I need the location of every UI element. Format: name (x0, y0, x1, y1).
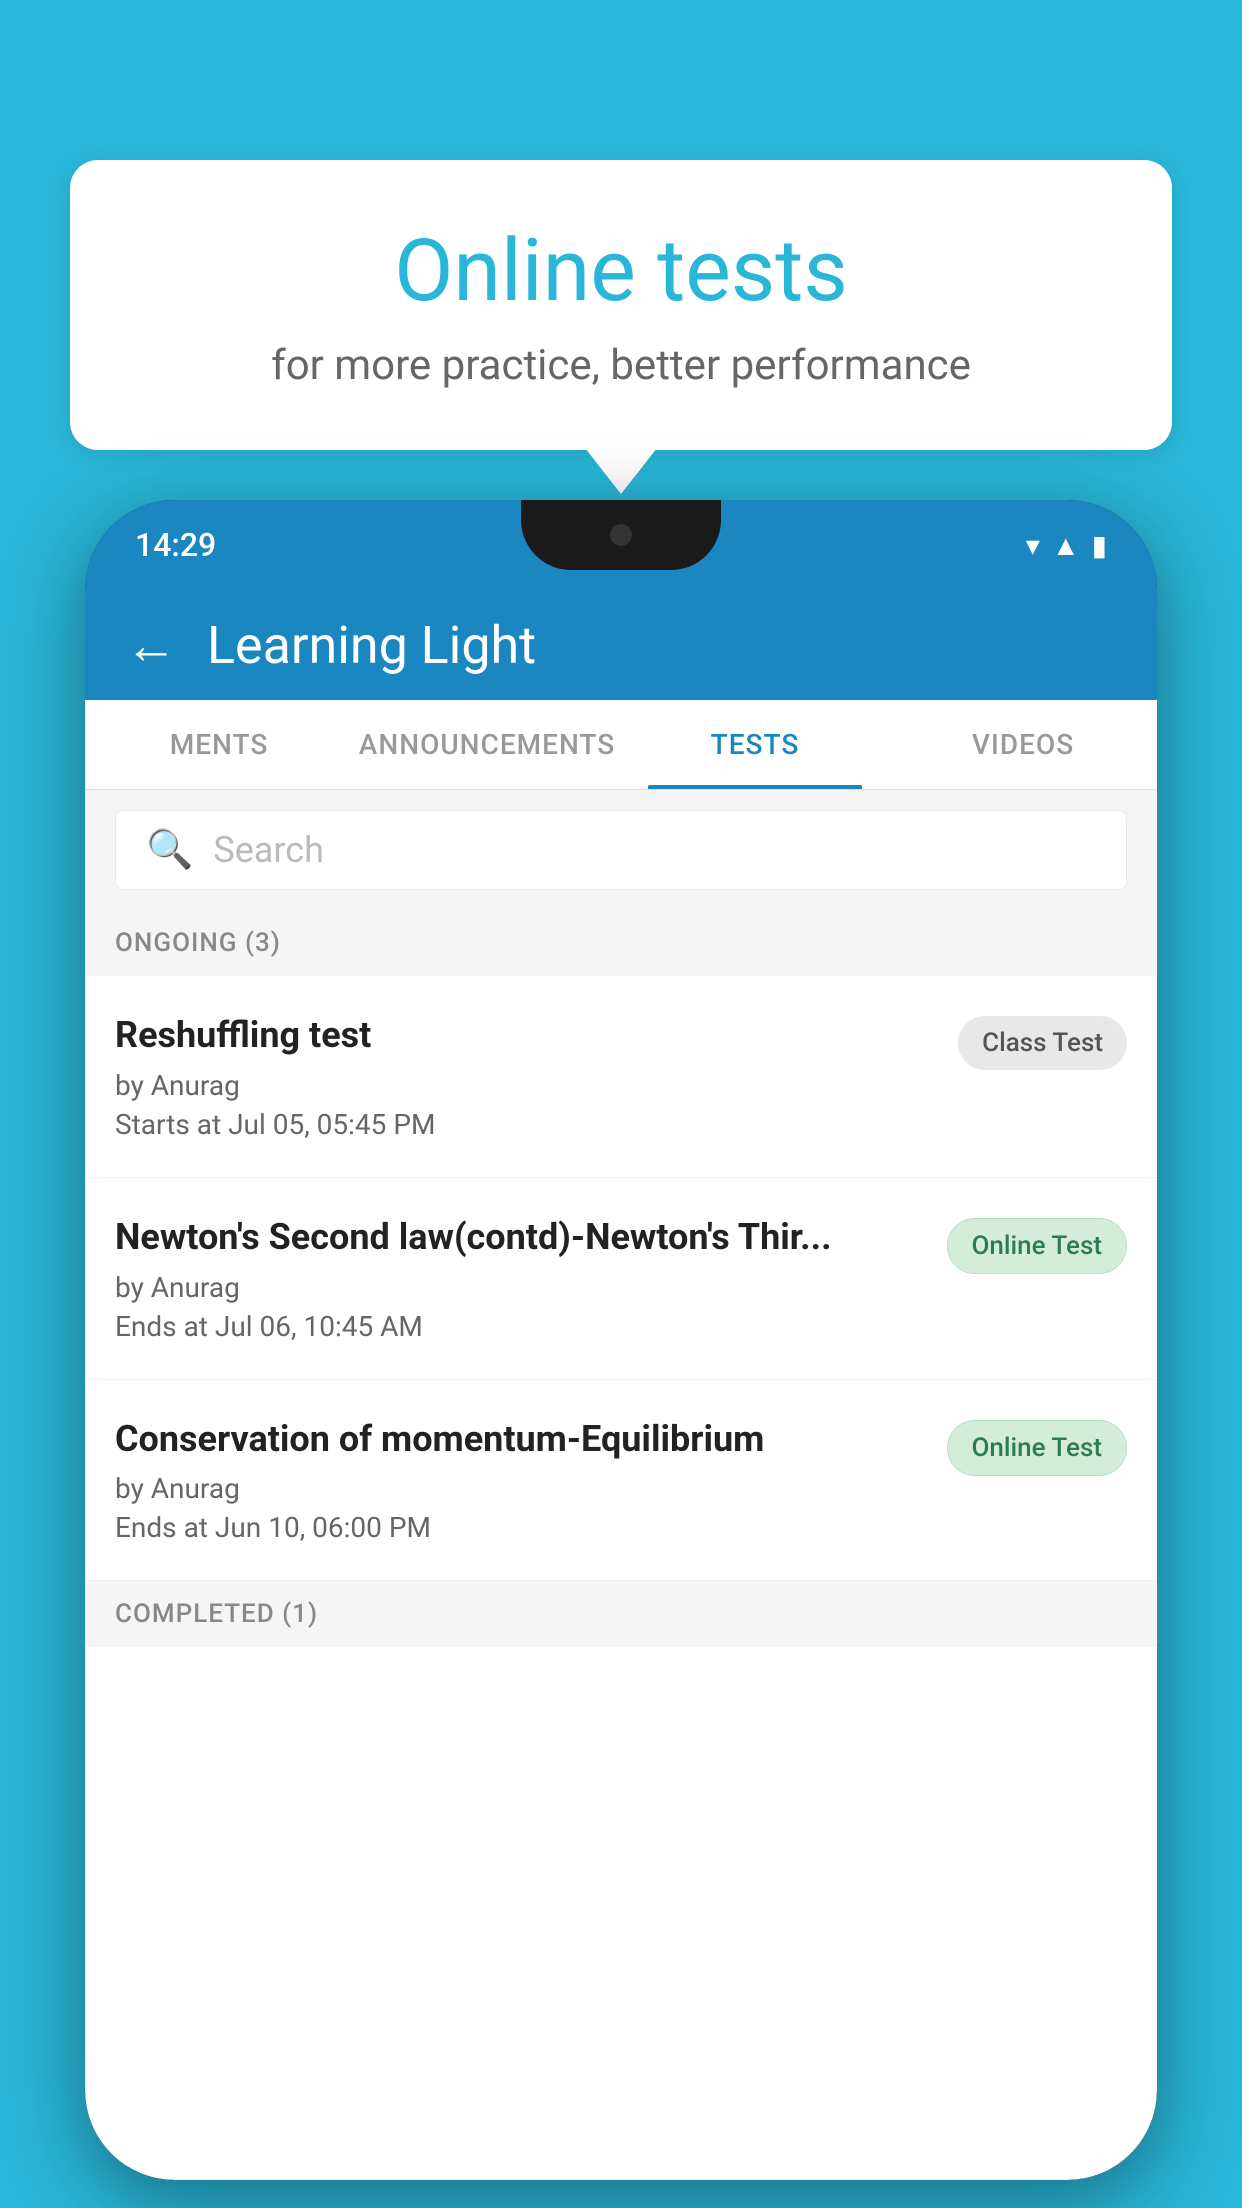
test-time-1: Starts at Jul 05, 05:45 PM (115, 1108, 938, 1141)
test-info-3: Conservation of momentum-Equilibrium by … (115, 1416, 927, 1545)
tab-tests[interactable]: TESTS (621, 700, 889, 789)
ongoing-section-header: ONGOING (3) (85, 910, 1157, 976)
test-time-label-3: Ends at (115, 1511, 208, 1544)
search-placeholder: Search (213, 829, 324, 871)
signal-icon: ▲ (1052, 529, 1080, 562)
test-item-conservation[interactable]: Conservation of momentum-Equilibrium by … (85, 1380, 1157, 1582)
test-time-value-3: Jun 10, 06:00 PM (215, 1511, 431, 1544)
test-time-3: Ends at Jun 10, 06:00 PM (115, 1511, 927, 1544)
test-time-value-1: Jul 05, 05:45 PM (228, 1108, 435, 1141)
search-icon: 🔍 (146, 828, 193, 872)
test-info-1: Reshuffling test by Anurag Starts at Jul… (115, 1012, 938, 1141)
phone-screen: MENTS ANNOUNCEMENTS TESTS VIDEOS 🔍 Searc… (85, 700, 1157, 2180)
test-time-2: Ends at Jul 06, 10:45 AM (115, 1310, 927, 1343)
test-time-label-2: Ends at (115, 1310, 208, 1343)
test-title-2: Newton's Second law(contd)-Newton's Thir… (115, 1214, 927, 1261)
phone-frame: 14:29 ▾ ▲ ▮ ← Learning Light MENTS (85, 500, 1157, 2180)
tabs-container: MENTS ANNOUNCEMENTS TESTS VIDEOS (85, 700, 1157, 790)
status-bar: 14:29 ▾ ▲ ▮ (85, 500, 1157, 590)
search-container: 🔍 Search (85, 790, 1157, 910)
status-icons: ▾ ▲ ▮ (1026, 529, 1107, 562)
camera-dot (610, 524, 632, 546)
test-time-value-2: Jul 06, 10:45 AM (215, 1310, 423, 1343)
test-item-newton[interactable]: Newton's Second law(contd)-Newton's Thir… (85, 1178, 1157, 1380)
battery-icon: ▮ (1092, 529, 1107, 562)
speech-bubble-container: Online tests for more practice, better p… (70, 160, 1172, 450)
test-title-3: Conservation of momentum-Equilibrium (115, 1416, 927, 1463)
test-title-1: Reshuffling test (115, 1012, 938, 1059)
test-author-2: by Anurag (115, 1271, 927, 1304)
app-bar-title: Learning Light (207, 615, 536, 676)
completed-section-header: COMPLETED (1) (85, 1581, 1157, 1647)
phone-container: 14:29 ▾ ▲ ▮ ← Learning Light MENTS (85, 500, 1157, 2208)
phone-notch (521, 500, 721, 570)
app-bar: ← Learning Light (85, 590, 1157, 700)
test-badge-1: Class Test (958, 1016, 1127, 1070)
test-author-1: by Anurag (115, 1069, 938, 1102)
tab-ments[interactable]: MENTS (85, 700, 353, 789)
back-button[interactable]: ← (125, 615, 177, 676)
search-bar[interactable]: 🔍 Search (115, 810, 1127, 890)
test-author-3: by Anurag (115, 1472, 927, 1505)
test-info-2: Newton's Second law(contd)-Newton's Thir… (115, 1214, 927, 1343)
wifi-icon: ▾ (1026, 529, 1040, 562)
status-time: 14:29 (135, 526, 216, 564)
test-badge-2: Online Test (947, 1218, 1128, 1274)
test-time-label-1: Starts at (115, 1108, 221, 1141)
speech-bubble-subtitle: for more practice, better performance (150, 341, 1092, 390)
tab-videos[interactable]: VIDEOS (889, 700, 1157, 789)
speech-bubble: Online tests for more practice, better p… (70, 160, 1172, 450)
test-item-reshuffling[interactable]: Reshuffling test by Anurag Starts at Jul… (85, 976, 1157, 1178)
tab-announcements[interactable]: ANNOUNCEMENTS (353, 700, 621, 789)
test-badge-3: Online Test (947, 1420, 1128, 1476)
speech-bubble-title: Online tests (150, 220, 1092, 321)
